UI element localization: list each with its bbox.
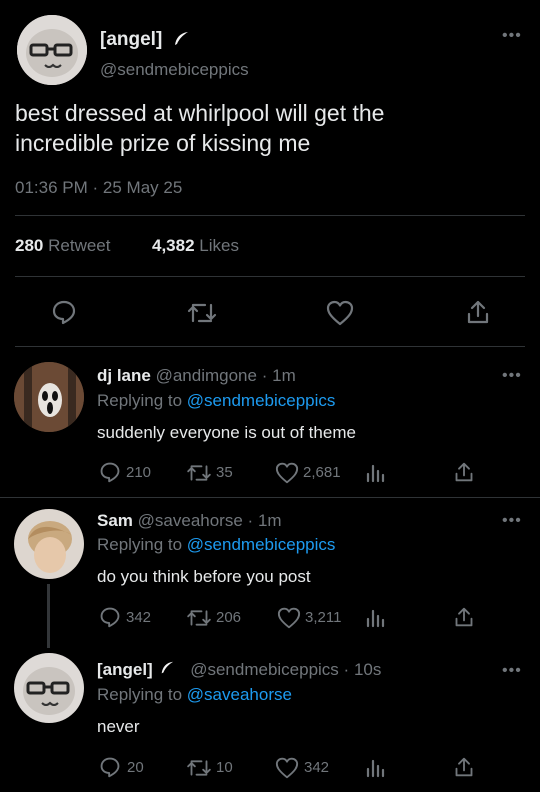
retweet-icon[interactable] bbox=[187, 301, 217, 325]
reply-header: [angel] @sendmebiceppics · 10s bbox=[97, 660, 381, 680]
reply-header: Sam @saveahorse · 1m bbox=[97, 511, 282, 531]
reply-age: 10s bbox=[353, 660, 382, 679]
handle[interactable]: @sendmebiceppics bbox=[100, 60, 249, 80]
display-name[interactable]: [angel] bbox=[97, 660, 153, 679]
replying-to: Replying to @sendmebiceppics bbox=[97, 535, 335, 555]
share-icon[interactable] bbox=[454, 756, 474, 778]
reply-text: never bbox=[97, 717, 140, 736]
handle[interactable]: @andimgone bbox=[156, 366, 257, 385]
display-name[interactable]: dj lane bbox=[97, 366, 151, 385]
share-icon[interactable] bbox=[454, 606, 474, 628]
avatar[interactable] bbox=[14, 653, 84, 723]
reply-count: 342 bbox=[126, 609, 152, 626]
avatar[interactable] bbox=[14, 509, 84, 579]
reply-header: dj lane @andimgone · 1m bbox=[97, 366, 296, 386]
replying-to: Replying to @saveahorse bbox=[97, 685, 292, 705]
retweet-count: 10 bbox=[216, 759, 233, 776]
retweet-stats[interactable]: 280 Retweet bbox=[15, 236, 110, 256]
avatar[interactable] bbox=[14, 362, 84, 432]
like-icon[interactable] bbox=[275, 757, 299, 779]
thread-line bbox=[47, 584, 50, 648]
separator-dot: · bbox=[247, 511, 254, 530]
replying-to-label: Replying to bbox=[97, 685, 183, 704]
tweet-date: 25 May 25 bbox=[102, 178, 183, 197]
like-count: 3,211 bbox=[305, 609, 342, 626]
reply-icon[interactable] bbox=[99, 461, 121, 483]
like-icon[interactable] bbox=[277, 607, 301, 629]
replying-to-handle[interactable]: @saveahorse bbox=[187, 685, 292, 704]
reply-age: 1m bbox=[272, 366, 296, 385]
tweet-text-line-2: incredible prize of kissing me bbox=[15, 130, 311, 156]
like-label: Likes bbox=[199, 236, 239, 255]
analytics-icon[interactable] bbox=[366, 461, 386, 483]
tweet-text-line-1: best dressed at whirlpool will get the bbox=[15, 100, 385, 126]
feather-icon bbox=[172, 30, 190, 48]
replying-to-label: Replying to bbox=[97, 391, 183, 410]
separator-dot: · bbox=[343, 660, 350, 679]
reply-count: 210 bbox=[126, 464, 152, 481]
separator-dot: · bbox=[92, 178, 99, 197]
separator-dot: · bbox=[261, 366, 268, 385]
display-name[interactable]: Sam bbox=[97, 511, 133, 530]
replying-to-handle[interactable]: @sendmebiceppics bbox=[187, 391, 336, 410]
display-name[interactable]: [angel] bbox=[100, 29, 162, 51]
more-icon[interactable]: ••• bbox=[502, 28, 522, 44]
more-icon[interactable]: ••• bbox=[502, 368, 522, 384]
retweet-icon[interactable] bbox=[186, 758, 212, 778]
divider bbox=[15, 346, 525, 347]
retweet-count: 206 bbox=[216, 609, 242, 626]
handle[interactable]: @saveahorse bbox=[138, 511, 243, 530]
like-stats[interactable]: 4,382 Likes bbox=[152, 236, 239, 256]
tweet-time: 01:36 PM bbox=[15, 178, 88, 197]
retweet-count: 35 bbox=[216, 464, 233, 481]
reply-icon[interactable] bbox=[51, 299, 77, 325]
replying-to: Replying to @sendmebiceppics bbox=[97, 391, 335, 411]
replying-to-handle[interactable]: @sendmebiceppics bbox=[187, 535, 336, 554]
like-icon[interactable] bbox=[326, 300, 354, 326]
analytics-icon[interactable] bbox=[366, 756, 386, 778]
share-icon[interactable] bbox=[454, 461, 474, 483]
retweet-icon[interactable] bbox=[186, 608, 212, 628]
replying-to-label: Replying to bbox=[97, 535, 183, 554]
feather-icon bbox=[159, 660, 177, 676]
more-icon[interactable]: ••• bbox=[502, 663, 522, 679]
share-icon[interactable] bbox=[466, 299, 490, 325]
reply-count: 20 bbox=[127, 759, 144, 776]
divider bbox=[0, 497, 540, 498]
reply-icon[interactable] bbox=[99, 606, 121, 628]
reply-icon[interactable] bbox=[99, 756, 121, 778]
reply-text: suddenly everyone is out of theme bbox=[97, 423, 356, 442]
reply-text: do you think before you post bbox=[97, 567, 311, 586]
like-count: 4,382 bbox=[152, 236, 195, 255]
like-count: 2,681 bbox=[303, 464, 341, 481]
retweet-icon[interactable] bbox=[186, 463, 212, 483]
handle[interactable]: @sendmebiceppics bbox=[190, 660, 339, 679]
reply-age: 1m bbox=[257, 511, 282, 530]
divider bbox=[15, 215, 525, 216]
analytics-icon[interactable] bbox=[366, 606, 386, 628]
retweet-count: 280 bbox=[15, 236, 44, 255]
like-count: 342 bbox=[304, 759, 330, 776]
avatar[interactable] bbox=[17, 15, 87, 85]
like-icon[interactable] bbox=[275, 462, 299, 484]
timestamp[interactable]: 01:36 PM · 25 May 25 bbox=[15, 178, 182, 198]
divider bbox=[15, 276, 525, 277]
more-icon[interactable]: ••• bbox=[502, 513, 522, 529]
retweet-label: Retweet bbox=[48, 236, 111, 255]
